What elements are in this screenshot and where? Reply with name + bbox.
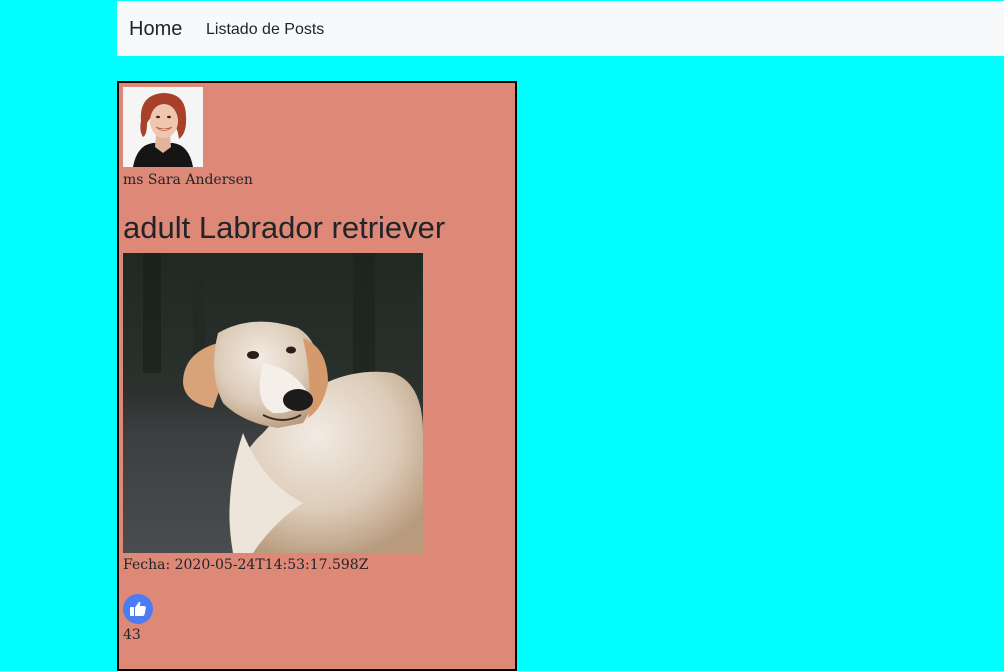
posts-list-link[interactable]: Listado de Posts — [206, 21, 324, 39]
top-navbar: Home Listado de Posts — [117, 1, 1004, 56]
post-image — [123, 253, 423, 553]
post-title: adult Labrador retriever — [123, 210, 446, 245]
home-link[interactable]: Home — [129, 18, 182, 41]
thumbs-up-icon — [123, 594, 153, 624]
author-name: ms Sara Andersen — [123, 172, 253, 188]
dog-photo — [123, 253, 423, 553]
likes-count: 43 — [123, 627, 141, 643]
post-date: Fecha: 2020-05-24T14:53:17.598Z — [123, 557, 369, 573]
like-button[interactable] — [123, 594, 153, 624]
post-card: ms Sara Andersen adult Labrador retrieve… — [117, 81, 517, 671]
author-avatar-image — [123, 87, 203, 167]
author-avatar — [123, 87, 203, 167]
